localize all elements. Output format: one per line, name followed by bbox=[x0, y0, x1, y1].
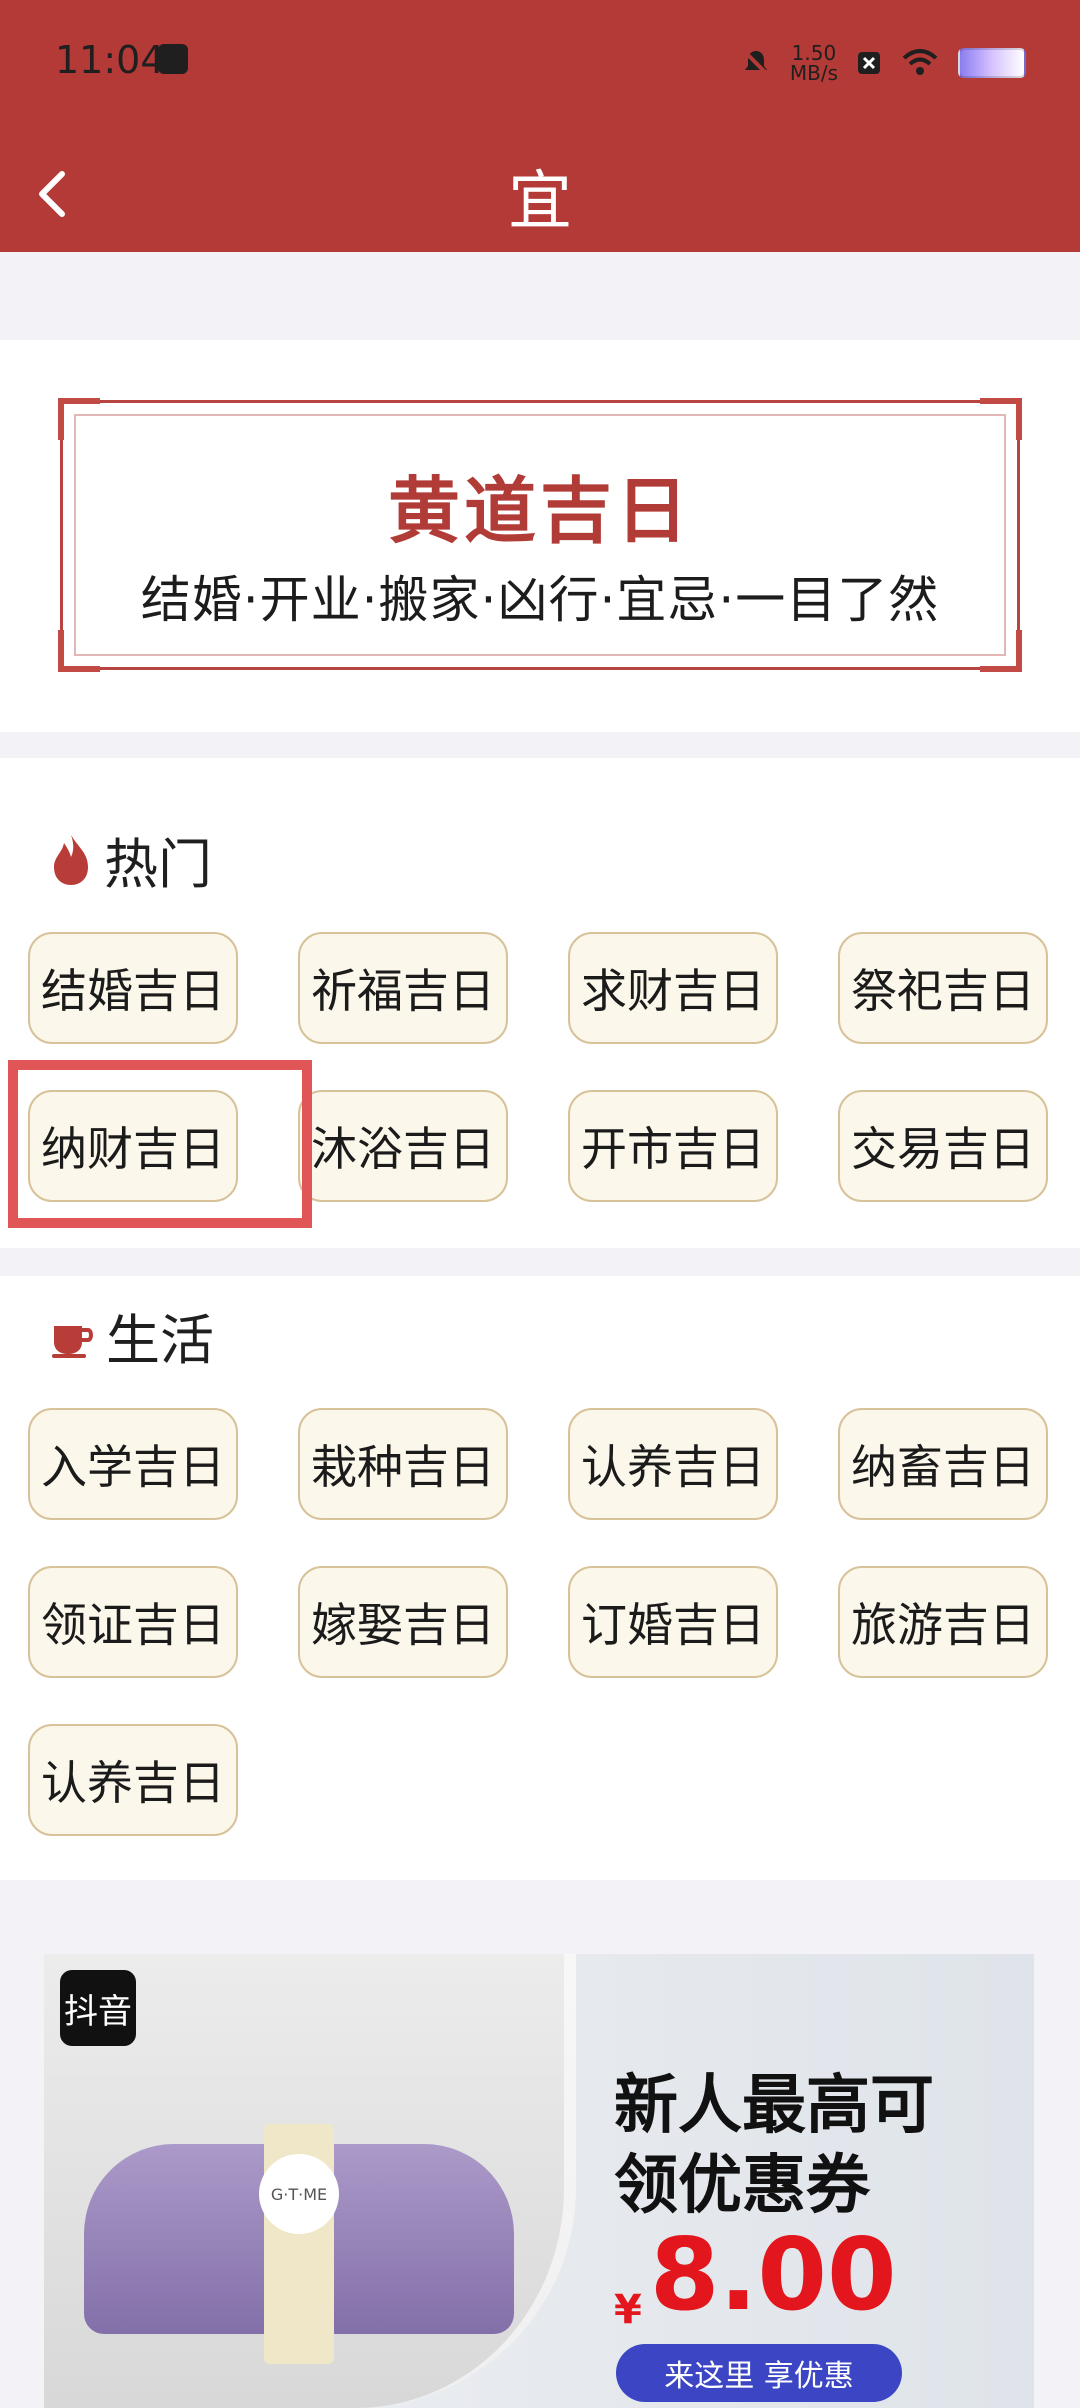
hot-item[interactable]: 求财吉日 bbox=[568, 932, 778, 1044]
life-item[interactable]: 领证吉日 bbox=[28, 1566, 238, 1678]
life-heading-text: 生活 bbox=[106, 1309, 214, 1372]
corner-ornament bbox=[58, 398, 100, 440]
life-item[interactable]: 旅游吉日 bbox=[838, 1566, 1048, 1678]
corner-ornament bbox=[58, 630, 100, 672]
ad-cta-button[interactable]: 来这里 享优惠 bbox=[616, 2344, 902, 2402]
ad-price: ¥ 8.00 bbox=[614, 2216, 897, 2333]
life-item[interactable]: 嫁娶吉日 bbox=[298, 1566, 508, 1678]
corner-ornament bbox=[980, 630, 1022, 672]
hot-item[interactable]: 祈福吉日 bbox=[298, 932, 508, 1044]
status-icons: 1.50 MB/s bbox=[740, 38, 1026, 88]
price-value: 8.00 bbox=[649, 2216, 897, 2333]
bell-off-icon bbox=[742, 49, 770, 77]
page-title: 宜 bbox=[508, 165, 572, 239]
hot-item[interactable]: 沐浴吉日 bbox=[298, 1090, 508, 1202]
banner-subtitle: 结婚·开业·搬家·凶行·宜忌·一目了然 bbox=[140, 571, 940, 629]
header-bar: 11:04 1.50 MB/s 宜 bbox=[0, 0, 1080, 252]
corner-ornament bbox=[980, 398, 1022, 440]
life-item[interactable]: 认养吉日 bbox=[28, 1724, 238, 1836]
network-speed: 1.50 MB/s bbox=[790, 43, 838, 83]
battery-icon bbox=[958, 48, 1026, 78]
status-time: 11:04 bbox=[55, 38, 165, 82]
douyin-logo-icon: 抖音 bbox=[60, 1970, 136, 2046]
hot-item[interactable]: 开市吉日 bbox=[568, 1090, 778, 1202]
selection-highlight bbox=[8, 1060, 312, 1228]
hot-section-heading: 热门 bbox=[48, 820, 212, 899]
banner-title: 黄道吉日 bbox=[387, 469, 692, 553]
ad-headline-1: 新人最高可 bbox=[614, 2069, 934, 2143]
hot-item[interactable]: 交易吉日 bbox=[838, 1090, 1048, 1202]
no-sim-icon bbox=[858, 52, 880, 74]
network-speed-value: 1.50 bbox=[791, 41, 837, 65]
cake-brand-logo: G·T·ME bbox=[259, 2154, 339, 2234]
life-item[interactable]: 订婚吉日 bbox=[568, 1566, 778, 1678]
life-item[interactable]: 认养吉日 bbox=[568, 1408, 778, 1520]
currency-symbol: ¥ bbox=[614, 2287, 642, 2333]
coffee-cup-icon bbox=[52, 1325, 93, 1358]
life-item[interactable]: 入学吉日 bbox=[28, 1408, 238, 1520]
flame-icon bbox=[54, 834, 88, 885]
message-notification-icon bbox=[158, 44, 188, 74]
life-item[interactable]: 栽种吉日 bbox=[298, 1408, 508, 1520]
ad-banner[interactable]: G·T·ME 抖音 新人最高可 领优惠券 ¥ 8.00 来这里 享优惠 bbox=[44, 1954, 1034, 2408]
ad-headline-2: 领优惠券 bbox=[614, 2149, 870, 2223]
wifi-icon bbox=[902, 49, 938, 75]
network-speed-unit: MB/s bbox=[789, 61, 838, 85]
life-item[interactable]: 纳畜吉日 bbox=[838, 1408, 1048, 1520]
hot-item[interactable]: 结婚吉日 bbox=[28, 932, 238, 1044]
life-section-heading: 生活 bbox=[48, 1296, 214, 1375]
hot-item[interactable]: 祭祀吉日 bbox=[838, 932, 1048, 1044]
hot-heading-text: 热门 bbox=[104, 833, 212, 896]
